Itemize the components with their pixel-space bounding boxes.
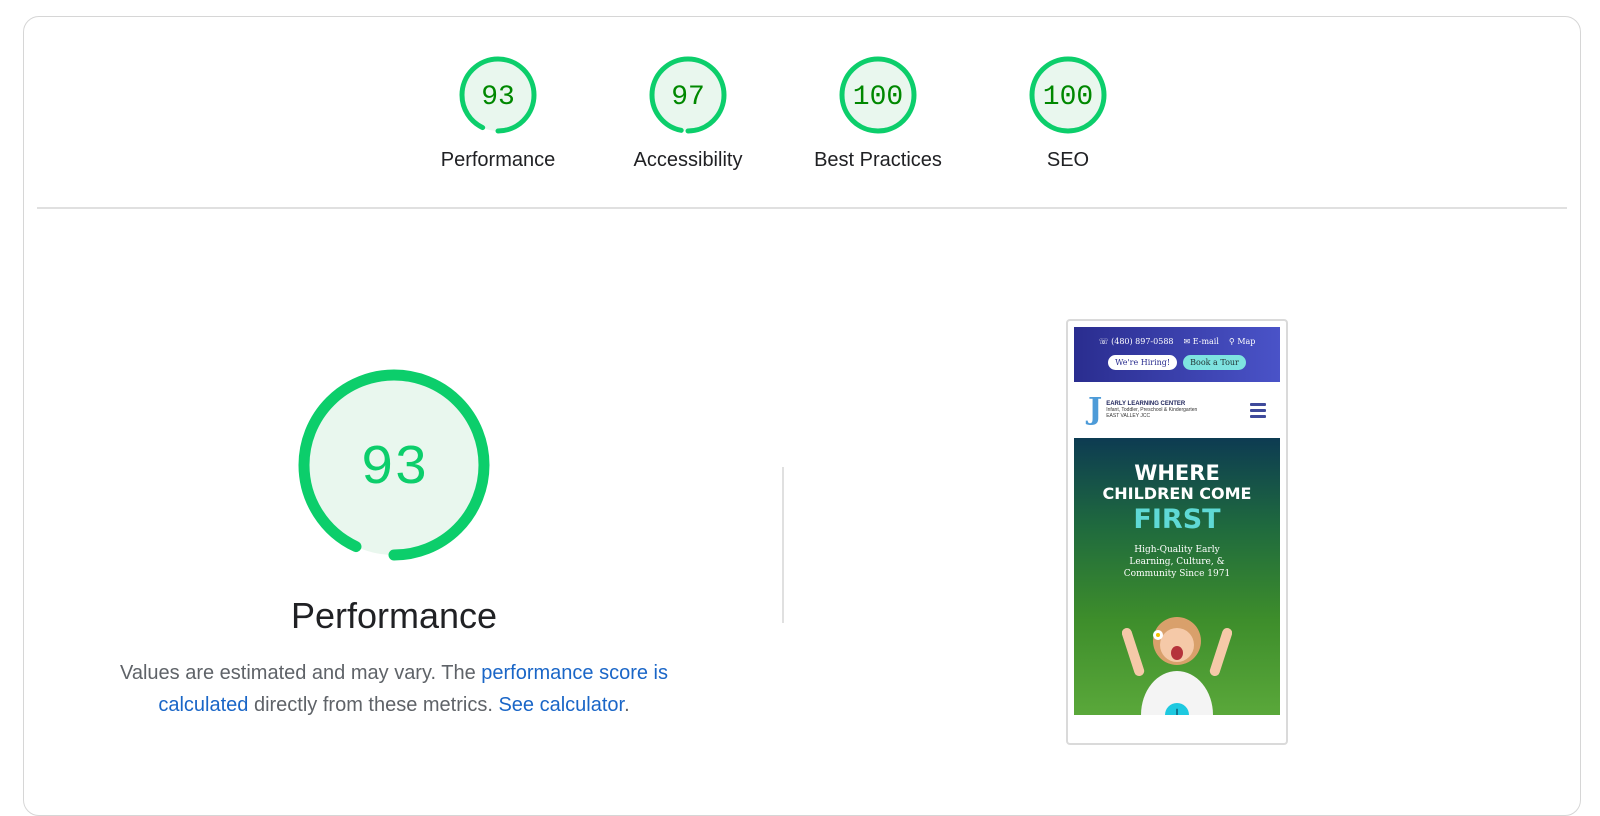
map-text: ⚲ Map (1228, 337, 1256, 346)
hero-line-3: FIRST (1133, 504, 1221, 535)
performance-title: Performance (290, 595, 498, 636)
child-photo (1122, 617, 1232, 715)
contact-row: ☏ (480) 897-0588 ✉ E-mail ⚲ Map (1074, 327, 1280, 346)
score-gauges: 93 Performance 97 Accessibility 100 Best… (24, 17, 1580, 207)
performance-description: Values are estimated and may vary. The p… (94, 657, 694, 721)
performance-gauge-large: 93 (294, 365, 494, 570)
hero-subtitle: High-Quality Early Learning, Culture, & … (1123, 545, 1231, 579)
book-tour-button: Book a Tour (1183, 355, 1246, 370)
gauge-score: 100 (853, 82, 903, 113)
site-logo: J EARLY LEARNING CENTER Infant, Toddler,… (1088, 395, 1197, 425)
gauge-best-practices[interactable]: 100 Best Practices (798, 55, 958, 172)
desc-text: directly from these metrics. (248, 694, 499, 716)
gauge-label: Performance (440, 149, 556, 171)
hero-line-1: WHERE (1134, 461, 1220, 485)
vertical-divider (782, 467, 784, 623)
report-card: 93 Performance 97 Accessibility 100 Best… (23, 16, 1581, 816)
gauge-ring-icon: 100 (839, 56, 917, 134)
hero-line-2: CHILDREN COME (1102, 484, 1252, 503)
logo-text: EARLY LEARNING CENTER Infant, Toddler, P… (1106, 401, 1198, 419)
gauge-score: 100 (1043, 82, 1093, 113)
gauge-ring-icon: 93 (298, 369, 490, 561)
phone-text: ☏ (480) 897-0588 (1098, 337, 1174, 346)
performance-score: 93 (360, 436, 427, 500)
gauge-label: Accessibility (633, 149, 743, 171)
site-header: J EARLY LEARNING CENTER Infant, Toddler,… (1074, 382, 1280, 438)
desc-text: Values are estimated and may vary. The (119, 662, 482, 684)
gauge-score: 97 (671, 82, 705, 113)
site-topbar: ☏ (480) 897-0588 ✉ E-mail ⚲ Map We're Hi… (1074, 327, 1280, 382)
see-calculator-link[interactable]: See calculator (498, 694, 624, 716)
page-screenshot-frame: ☏ (480) 897-0588 ✉ E-mail ⚲ Map We're Hi… (1066, 319, 1288, 745)
gauge-seo[interactable]: 100 SEO (988, 55, 1148, 172)
site-hero: WHERE CHILDREN COME FIRST High-Quality E… (1074, 438, 1280, 715)
gauge-score: 93 (481, 82, 515, 113)
gauge-label: Best Practices (814, 149, 942, 171)
hiring-button: We're Hiring! (1108, 355, 1178, 370)
gauge-label: SEO (1046, 149, 1090, 171)
gauge-ring-icon: 93 (459, 56, 537, 134)
page-screenshot: ☏ (480) 897-0588 ✉ E-mail ⚲ Map We're Hi… (1074, 327, 1280, 715)
hamburger-menu-icon (1250, 400, 1266, 421)
gauge-performance[interactable]: 93 Performance (418, 55, 578, 172)
email-text: ✉ E-mail (1183, 337, 1219, 346)
section-divider (37, 207, 1567, 209)
gauge-ring-icon: 100 (1029, 56, 1107, 134)
logo-mark-icon: J (1088, 392, 1103, 427)
desc-text: . (624, 694, 630, 716)
gauge-accessibility[interactable]: 97 Accessibility (608, 55, 768, 172)
gauge-ring-icon: 97 (649, 56, 727, 134)
topbar-buttons: We're Hiring! Book a Tour (1074, 355, 1280, 370)
